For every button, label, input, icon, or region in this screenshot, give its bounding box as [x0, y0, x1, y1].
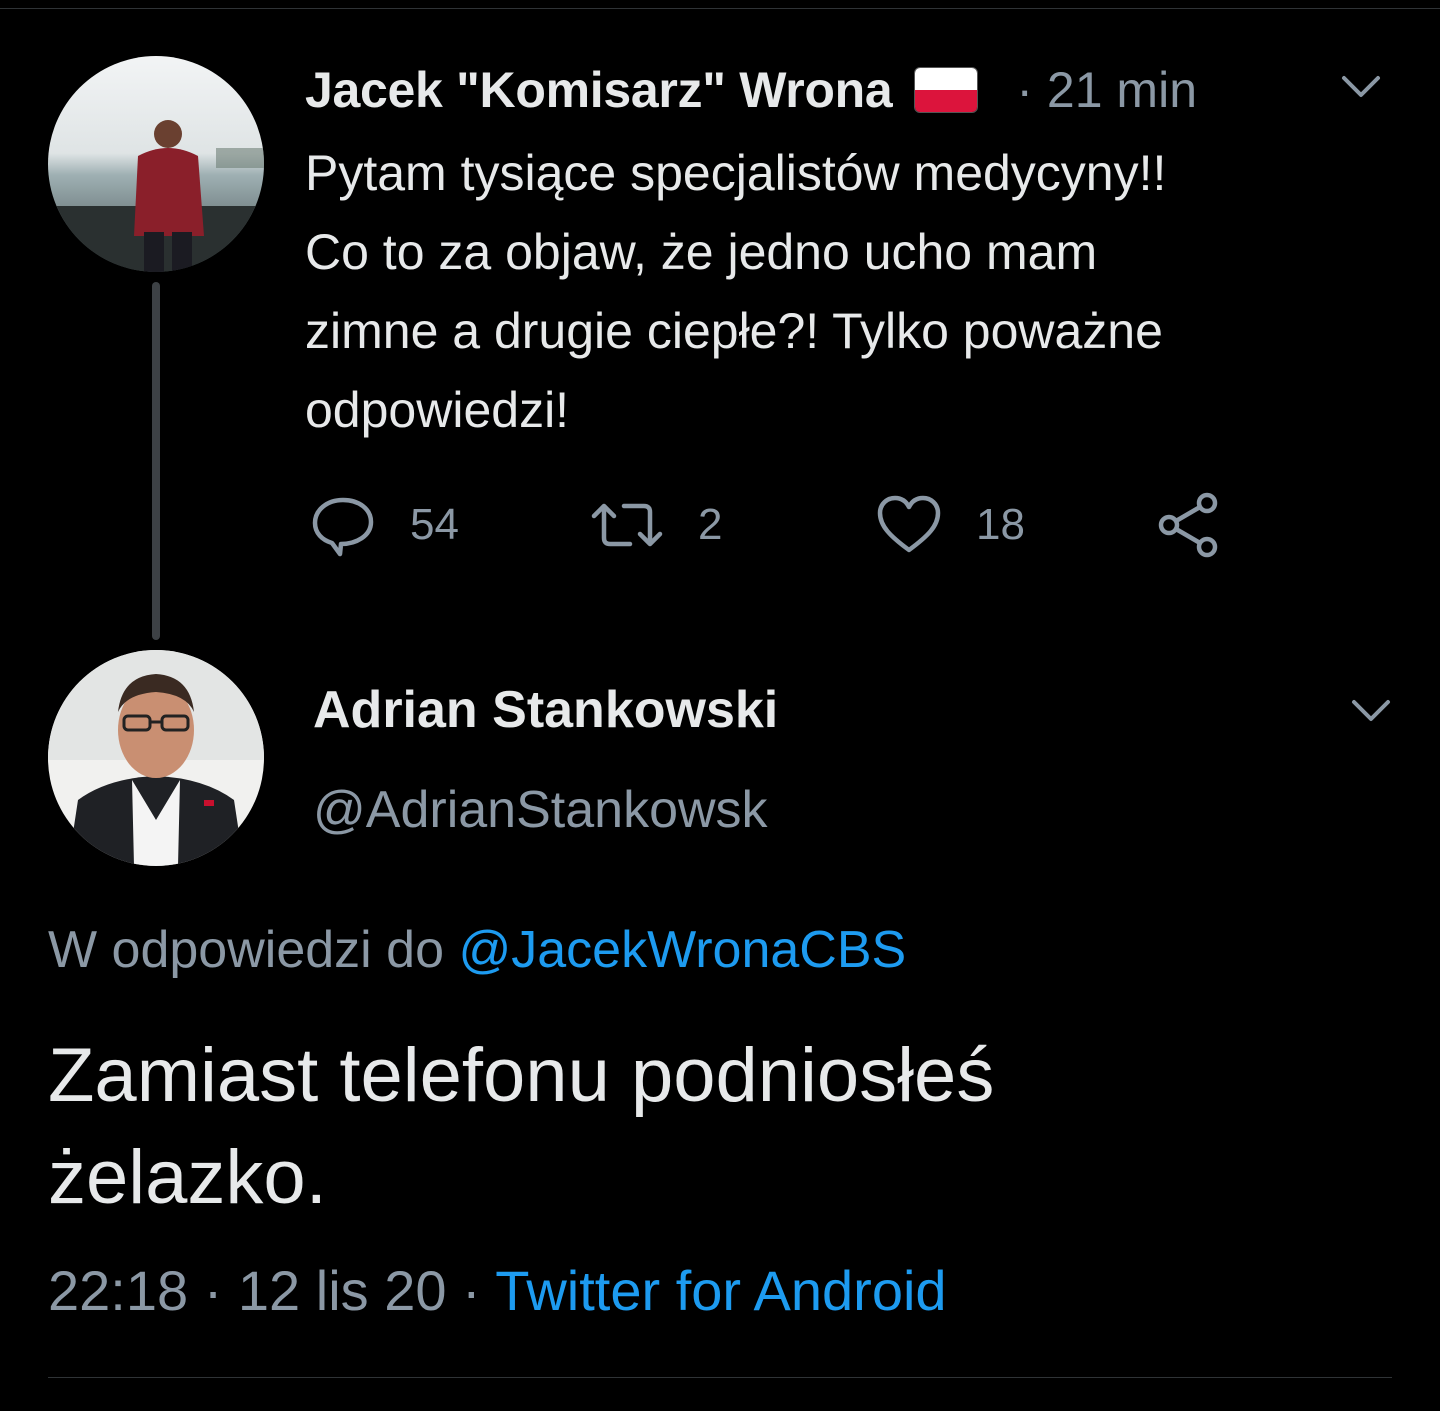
- retweet-count: 2: [698, 500, 723, 549]
- like-count: 18: [976, 500, 1025, 549]
- tweet2-text: Zamiast telefonu podniosłeś żelazko.: [48, 1033, 995, 1220]
- tweet1-header: Jacek "Komisarz" Wrona · 21 min: [305, 58, 1197, 122]
- chevron-down-icon[interactable]: [1350, 696, 1392, 726]
- reply-context: W odpowiedzi do @JacekWronaCBS: [48, 920, 906, 980]
- share-button[interactable]: [1156, 492, 1222, 558]
- poland-flag-icon: [914, 67, 979, 113]
- top-divider: [0, 0, 1440, 9]
- tweet1-timestamp[interactable]: · 21 min: [1016, 61, 1197, 119]
- reply-count: 54: [410, 500, 459, 549]
- tweet1-text: Pytam tysiące specjalistów medycyny!! Co…: [305, 145, 1167, 438]
- share-nodes-icon: [1158, 492, 1218, 558]
- reply-prefix: W odpowiedzi do: [48, 921, 459, 979]
- reply-button[interactable]: 54: [310, 492, 459, 558]
- bottom-divider: [48, 1377, 1392, 1378]
- tweet2-author-name[interactable]: Adrian Stankowski: [313, 680, 778, 740]
- tweet1-author-name[interactable]: Jacek "Komisarz" Wrona: [305, 61, 893, 119]
- tweet2-metadata: 22:18 · 12 lis 20 · Twitter for Android: [48, 1259, 947, 1322]
- tweet2-time[interactable]: 22:18: [48, 1259, 188, 1322]
- avatar-jacek[interactable]: [48, 56, 264, 272]
- chevron-down-icon[interactable]: [1340, 72, 1382, 102]
- tweet2-source-link[interactable]: Twitter for Android: [495, 1259, 946, 1322]
- avatar-adrian[interactable]: [48, 650, 264, 866]
- reply-mention-link[interactable]: @JacekWronaCBS: [458, 921, 906, 979]
- retweet-button[interactable]: 2: [590, 492, 722, 558]
- like-button[interactable]: 18: [876, 492, 1025, 558]
- retweet-arrows-icon: [591, 503, 663, 547]
- tweet2-date[interactable]: 12 lis 20: [238, 1259, 447, 1322]
- heart-icon: [877, 495, 941, 553]
- thread-connector: [152, 282, 160, 640]
- speech-bubble-icon: [312, 497, 374, 557]
- tweet2-handle[interactable]: @AdrianStankowsk: [313, 780, 768, 840]
